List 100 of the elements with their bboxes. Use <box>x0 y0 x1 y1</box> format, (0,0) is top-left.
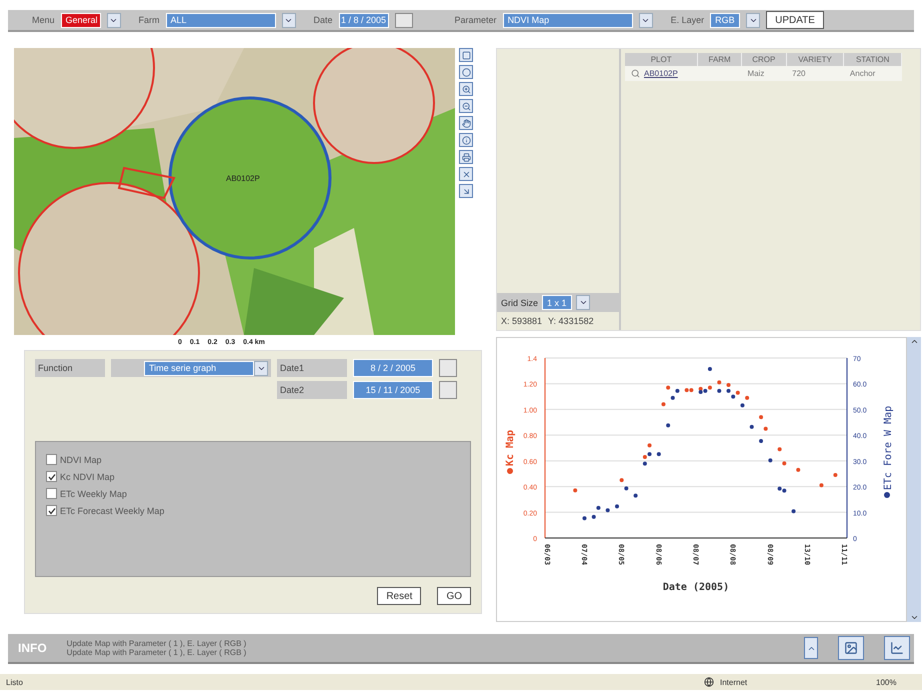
date-field[interactable]: 1 / 8 / 2005 <box>338 12 389 28</box>
data-point <box>642 462 647 466</box>
data-point <box>778 447 782 452</box>
data-point <box>782 461 786 466</box>
date-label: Date1 <box>277 359 347 377</box>
dropdown-button[interactable] <box>282 12 296 28</box>
map-tool-button[interactable] <box>459 184 473 198</box>
column-header: STATION <box>844 53 902 66</box>
field-label: Farm <box>138 15 160 25</box>
info-message: Update Map with Parameter ( 1 ), E. Layer ( RGB ) <box>66 648 248 657</box>
zoom-in-icon <box>462 84 470 94</box>
data-point <box>796 468 800 472</box>
dropdown-button[interactable] <box>576 295 590 310</box>
calendar-button[interactable] <box>439 381 457 399</box>
chart-view-button[interactable] <box>884 636 910 660</box>
status-text: Listo <box>6 678 24 686</box>
dropdown-button[interactable] <box>638 12 653 28</box>
arrow-icon <box>462 186 470 196</box>
reset-button[interactable]: Reset <box>377 587 422 605</box>
data-point <box>745 396 750 400</box>
hand-icon <box>462 118 470 128</box>
select-field[interactable]: General <box>60 12 101 28</box>
map-tool-button[interactable] <box>459 150 473 164</box>
data-point <box>819 483 824 488</box>
calendar-button[interactable] <box>394 12 413 28</box>
data-point <box>768 458 772 462</box>
data-point <box>750 424 754 429</box>
x-coordinate: X: 593881 <box>501 316 542 326</box>
select-field[interactable]: NDVI Map <box>502 12 633 28</box>
data-point <box>833 473 838 477</box>
dropdown-button[interactable] <box>254 360 268 376</box>
plot-link[interactable]: AB0102P <box>644 69 678 78</box>
checkbox-label: Kc NDVI Map <box>60 472 115 482</box>
scrollbar[interactable] <box>907 337 921 622</box>
checkbox[interactable] <box>46 471 57 482</box>
data-point <box>666 386 670 390</box>
data-point <box>675 388 680 393</box>
data-point <box>740 403 744 408</box>
data-point <box>606 508 610 512</box>
map-view-button[interactable] <box>838 636 864 660</box>
square-icon <box>462 50 470 60</box>
data-point <box>764 426 768 431</box>
checkbox[interactable] <box>46 488 57 499</box>
checkbox-label: NDVI Map <box>60 454 102 464</box>
map-tool-button[interactable] <box>459 99 473 113</box>
go-button[interactable]: GO <box>437 587 471 605</box>
map-tool-button[interactable] <box>459 65 473 79</box>
checkbox-label: ETc Weekly Map <box>60 488 127 498</box>
legend-swatch <box>507 468 513 474</box>
printer-icon <box>462 152 470 162</box>
map-tool-button[interactable] <box>459 116 473 130</box>
zoom-level: 100% <box>876 678 898 686</box>
circle-icon <box>462 68 470 76</box>
checkbox[interactable] <box>46 454 57 465</box>
legend-swatch <box>884 492 890 498</box>
map-tool-button[interactable] <box>459 48 473 62</box>
image-icon <box>844 641 858 655</box>
axis-title: Date (2005) <box>662 582 730 593</box>
column-header: VARIETY <box>786 53 844 66</box>
date-field[interactable]: 8 / 2 / 2005 <box>353 359 433 377</box>
select-field[interactable]: RGB <box>710 12 740 28</box>
axis-title: ETc Fore W Map <box>883 406 894 490</box>
data-point <box>726 383 731 387</box>
checkbox[interactable] <box>46 505 57 516</box>
calendar-button[interactable] <box>439 359 457 377</box>
grid-size-label: Grid Size <box>501 298 538 308</box>
column-header: CROP <box>741 53 786 66</box>
date-field[interactable]: 15 / 11 / 2005 <box>353 381 433 399</box>
dropdown-button[interactable] <box>106 12 121 28</box>
map-tool-button[interactable] <box>459 167 473 181</box>
field-label: Menu <box>32 15 55 25</box>
grid-size-select[interactable]: 1 x 1 <box>542 295 572 310</box>
function-select[interactable]: Time serie graph <box>144 360 254 376</box>
function-label: Function <box>35 359 105 377</box>
table-cell: 720 <box>786 66 844 81</box>
data-point <box>759 439 764 444</box>
data-point <box>717 388 722 393</box>
dropdown-button[interactable] <box>746 12 760 28</box>
data-point <box>573 488 578 492</box>
plot-label: AB0102P <box>226 174 260 183</box>
column-header: PLOT <box>625 53 698 66</box>
data-point <box>648 443 652 448</box>
scroll-button[interactable] <box>804 637 818 659</box>
select-field[interactable]: ALL <box>166 12 276 28</box>
data-point <box>615 504 620 508</box>
search-icon <box>631 69 640 78</box>
data-point <box>582 516 586 520</box>
field-label: E. Layer <box>670 15 704 25</box>
data-point <box>759 415 764 420</box>
map-tool-button[interactable] <box>459 82 473 96</box>
data-point <box>670 396 675 400</box>
map-tool-button[interactable] <box>459 133 473 147</box>
data-point <box>726 388 731 393</box>
info-icon <box>462 136 470 144</box>
info-message: Update Map with Parameter ( 1 ), E. Layer ( RGB ) <box>66 639 248 648</box>
data-point <box>592 514 596 519</box>
update-button[interactable]: UPDATE <box>766 11 824 29</box>
data-point <box>661 402 666 406</box>
data-point <box>596 506 600 510</box>
zoom-out-icon <box>462 102 470 110</box>
